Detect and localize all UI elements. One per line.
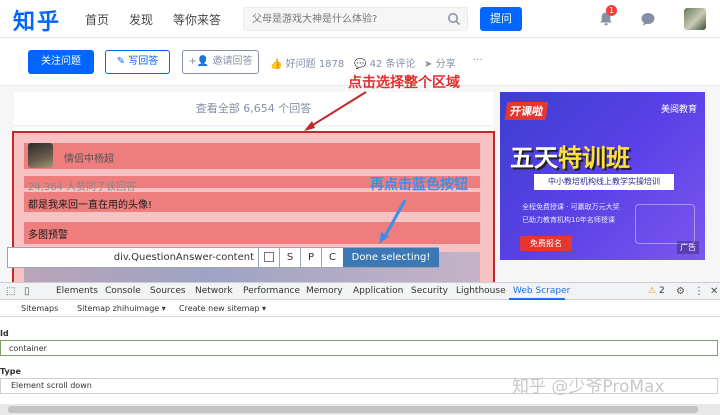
zhihu-logo[interactable]: 知乎: [13, 4, 61, 36]
search-box: [243, 7, 468, 31]
add-user-icon: +👤: [188, 56, 210, 67]
write-answer-label: 写回答: [128, 56, 159, 67]
write-answer-button[interactable]: ✎ 写回答: [105, 50, 170, 74]
tab-performance[interactable]: Performance: [243, 286, 300, 296]
menu-sitemaps[interactable]: Sitemaps: [21, 304, 58, 313]
tab-memory[interactable]: Memory: [306, 286, 343, 296]
author-avatar[interactable]: [28, 143, 53, 168]
tab-network[interactable]: Network: [195, 286, 233, 296]
ad-label: 广告: [677, 241, 699, 254]
thumbs-up-icon: 👍: [270, 59, 283, 70]
multiple-checkbox-cell[interactable]: [258, 248, 279, 267]
scrollbar-thumb[interactable]: [8, 406, 698, 413]
menu-create-sitemap-label: Create new sitemap: [179, 304, 260, 313]
ad-headline: 五天特训班: [510, 138, 630, 173]
tab-console[interactable]: Console: [105, 286, 141, 296]
annotation-arrow-blue: [379, 199, 407, 244]
ad-bullet: 已助力教育机构10年名师授课: [522, 216, 615, 224]
menu-sitemap-dropdown[interactable]: Sitemap zhihuimage ▾: [77, 304, 166, 313]
chevron-down-icon: ▾: [261, 304, 266, 313]
annotation-blue: 再点击蓝色按钮: [370, 177, 468, 193]
ad-bullet: 全程免费授课 · 可赢取万元大奖: [522, 203, 620, 211]
ad-illustration: [635, 204, 695, 244]
ad-brand: 美阅教育: [660, 105, 697, 115]
share-button[interactable]: ➤ 分享: [424, 55, 456, 70]
comments-button[interactable]: 💬 42 条评论: [354, 55, 416, 70]
follow-question-button[interactable]: 关注问题: [28, 50, 94, 74]
nav-link-discover[interactable]: 发现: [129, 11, 153, 28]
web-scraper-menu: Sitemaps Sitemap zhihuimage ▾ Create new…: [0, 300, 720, 317]
annotation-arrow-red: [304, 91, 367, 131]
advertisement-banner[interactable]: 开课啦 美阅教育 五天特训班 中小教培机构线上教学实操培训 全程免费授课 · 可…: [500, 92, 705, 260]
tab-web-scraper[interactable]: Web Scraper: [513, 286, 570, 296]
done-selecting-button[interactable]: Done selecting!: [343, 248, 439, 267]
devtools-tab-bar: ⬚ ▯ Elements Console Sources Network Per…: [0, 283, 720, 300]
nav-link-home[interactable]: 首页: [85, 11, 109, 28]
device-toggle-icon[interactable]: ▯: [24, 286, 30, 297]
view-all-answers-link[interactable]: 查看全部 6,654 个回答: [14, 92, 493, 126]
tab-sources[interactable]: Sources: [150, 286, 186, 296]
horizontal-scrollbar[interactable]: [0, 404, 720, 415]
warning-icon: ⚠: [648, 286, 657, 296]
menu-create-sitemap[interactable]: Create new sitemap ▾: [179, 304, 266, 313]
good-question-label: 好问题 1878: [285, 59, 345, 70]
ad-subtitle: 中小教培机构线上教学实操培训: [534, 174, 674, 190]
watermark: 知乎 @少爷ProMax: [512, 377, 665, 397]
more-button[interactable]: ···: [473, 55, 483, 66]
good-question-button[interactable]: 👍 好问题 1878: [270, 55, 344, 70]
select-button-s[interactable]: S: [279, 248, 300, 267]
tab-application[interactable]: Application: [353, 286, 403, 296]
web-scraper-selector-bar: div.QuestionAnswer-content S P C Done se…: [7, 247, 439, 268]
select-button-p[interactable]: P: [300, 248, 321, 267]
comments-label: 42 条评论: [369, 59, 416, 70]
pencil-icon: ✎: [116, 56, 126, 67]
invite-answer-label: 邀请回答: [212, 56, 253, 67]
ad-tag: 开课啦: [504, 102, 549, 120]
comment-icon: 💬: [354, 59, 367, 70]
ad-headline-a: 五天: [510, 144, 558, 172]
share-label: 分享: [435, 59, 456, 70]
menu-sitemap-label: Sitemap zhihuimage: [77, 304, 160, 313]
author-name[interactable]: 情侣中杨超: [64, 150, 114, 165]
inspect-icon[interactable]: ⬚: [6, 286, 15, 297]
id-label: Id: [0, 329, 9, 338]
search-input[interactable]: [252, 11, 442, 28]
ask-question-button[interactable]: 提问: [480, 7, 522, 31]
warnings-count: 2: [658, 286, 665, 296]
close-devtools-icon[interactable]: ✕: [710, 286, 718, 297]
ad-headline-b: 特训班: [558, 144, 630, 172]
upvote-count: 24,364 人赞同了该回答: [28, 182, 137, 193]
ad-signup-button[interactable]: 免费报名: [520, 236, 572, 251]
select-button-c[interactable]: C: [321, 248, 343, 267]
id-input[interactable]: [0, 340, 718, 356]
chevron-down-icon: ▾: [161, 304, 166, 313]
more-options-icon[interactable]: ⋮: [694, 286, 704, 297]
tab-security[interactable]: Security: [411, 286, 448, 296]
message-icon[interactable]: [640, 11, 656, 27]
multiple-checkbox[interactable]: [264, 252, 274, 262]
user-avatar[interactable]: [684, 8, 706, 30]
nav-link-waiting-answers[interactable]: 等你来答: [173, 11, 221, 28]
answer-text-line: 都是我来回一直在用的头像!: [28, 200, 153, 211]
share-icon: ➤: [424, 59, 433, 70]
top-navbar: 知乎 首页 发现 等你来答 提问 1: [0, 0, 720, 38]
settings-gear-icon[interactable]: ⚙: [676, 286, 685, 297]
selector-path: div.QuestionAnswer-content: [113, 252, 254, 263]
invite-answer-button[interactable]: +👤 邀请回答: [182, 50, 259, 74]
answer-text-line: 多图预警: [28, 230, 68, 241]
highlight-row: [24, 222, 480, 244]
notification-badge: 1: [606, 5, 617, 16]
type-label: Type: [0, 367, 21, 376]
tab-elements[interactable]: Elements: [56, 286, 98, 296]
warnings-indicator[interactable]: ⚠ 2: [648, 286, 665, 296]
tab-lighthouse[interactable]: Lighthouse: [456, 286, 506, 296]
search-icon[interactable]: [447, 12, 461, 26]
